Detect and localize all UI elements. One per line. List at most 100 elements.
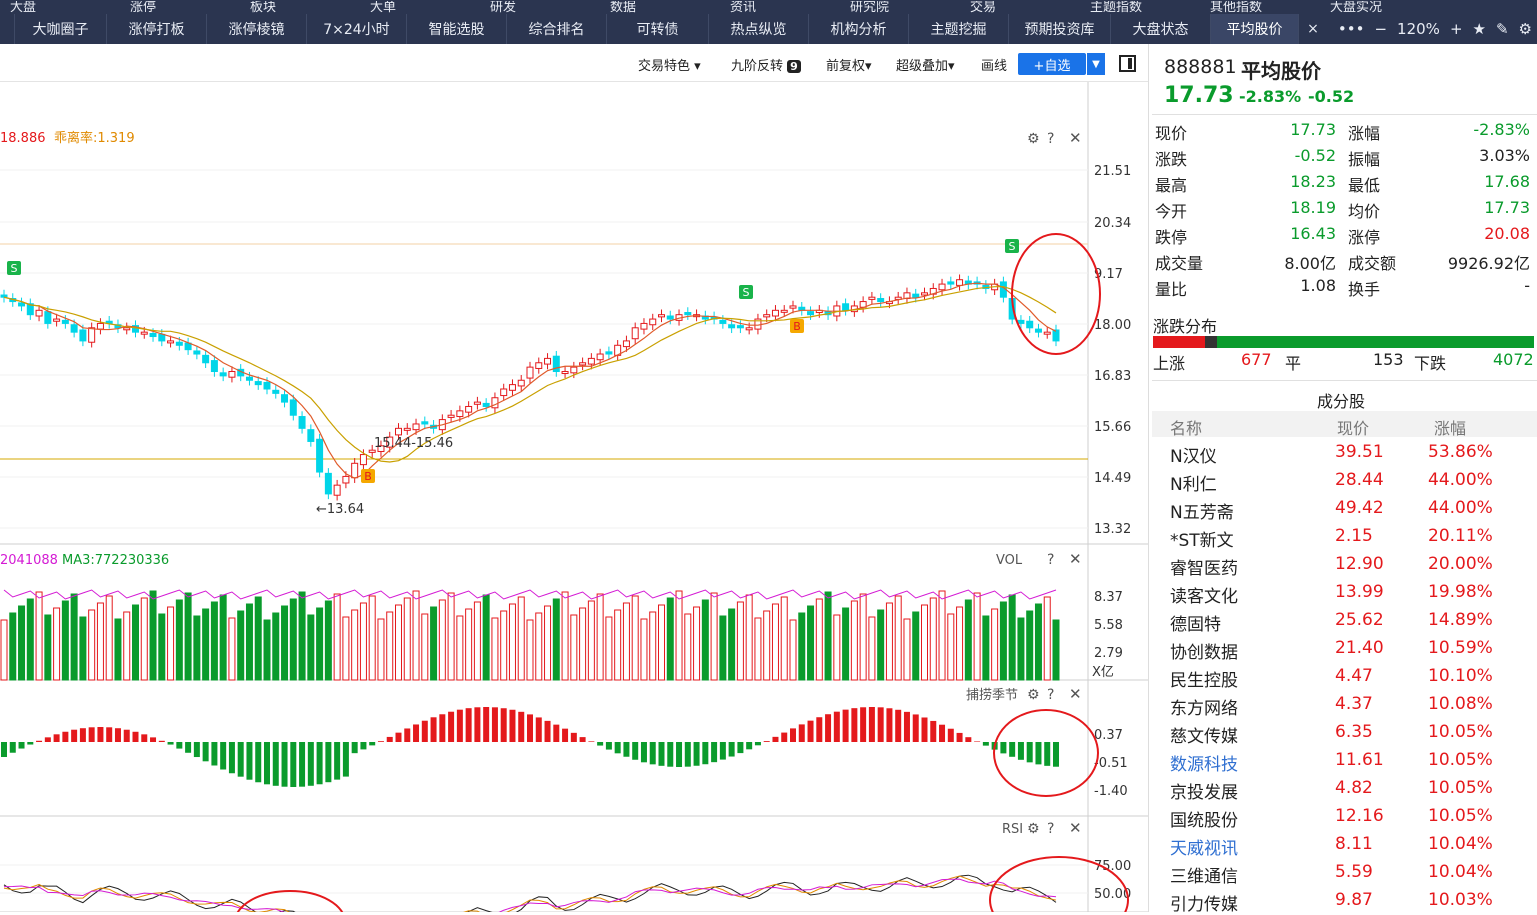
- candle-body: [245, 376, 253, 381]
- component-row[interactable]: 德固特 25.62 14.89%: [1152, 607, 1537, 635]
- vol-bar: [1008, 594, 1016, 681]
- component-row[interactable]: N汉仪 39.51 53.86%: [1152, 439, 1537, 467]
- component-row[interactable]: 睿智医药 12.90 20.00%: [1152, 551, 1537, 579]
- zoom-in-icon[interactable]: +: [1450, 20, 1463, 38]
- macd-bar: [965, 737, 972, 742]
- vol-tick: 5.58: [1094, 618, 1123, 633]
- macd-bar: [439, 714, 446, 742]
- component-row[interactable]: 国统股份 12.16 10.05%: [1152, 803, 1537, 831]
- quote-value: 18.23: [1290, 172, 1336, 191]
- overlay-dropdown[interactable]: 超级叠加▾: [896, 55, 955, 74]
- component-row[interactable]: 三维通信 5.59 10.04%: [1152, 859, 1537, 887]
- component-row[interactable]: 京投发展 4.82 10.05%: [1152, 775, 1537, 803]
- candle-body: [868, 296, 876, 300]
- vol-bar: [44, 614, 52, 681]
- candle-body: [193, 350, 201, 355]
- vol-bar: [570, 614, 578, 681]
- flat-label: 平: [1285, 354, 1302, 373]
- more-icon[interactable]: •••: [1338, 20, 1365, 38]
- vol-bar: [789, 619, 797, 681]
- component-row[interactable]: N五芳斋 49.42 44.00%: [1152, 495, 1537, 523]
- star-icon[interactable]: ★: [1473, 20, 1486, 38]
- macd-tick: -1.40: [1094, 784, 1128, 799]
- tab-6[interactable]: 可转债: [607, 14, 709, 44]
- component-row[interactable]: *ST新文 2.15 20.11%: [1152, 523, 1537, 551]
- macd-bar: [404, 728, 411, 742]
- tool-icon[interactable]: ⚙: [1519, 20, 1532, 38]
- vol-bar: [1043, 596, 1051, 681]
- macd-bar: [351, 742, 358, 754]
- vol-bar: [973, 592, 981, 681]
- top-menu-item: 研究院: [850, 1, 889, 14]
- tab-5[interactable]: 综合排名: [507, 14, 607, 44]
- trade-feature-dropdown[interactable]: 交易特色 ▾: [638, 55, 701, 74]
- tab-2[interactable]: 涨停棱镜: [207, 14, 307, 44]
- component-row[interactable]: 慈文传媒 6.35 10.05%: [1152, 719, 1537, 747]
- macd-bar: [527, 714, 533, 742]
- component-row[interactable]: 天威视讯 8.11 10.04%: [1152, 831, 1537, 859]
- col-name[interactable]: 名称: [1170, 415, 1202, 439]
- tab-11[interactable]: 大盘状态: [1111, 14, 1211, 44]
- dist-up-fill: [1153, 336, 1205, 348]
- col-price[interactable]: 现价: [1337, 415, 1369, 439]
- vol-bar: [561, 591, 569, 681]
- vol-bar: [1052, 619, 1060, 681]
- vol-bar: [412, 590, 420, 681]
- add-watchlist-dropdown[interactable]: ▼: [1087, 53, 1105, 75]
- vol-bar: [386, 611, 394, 681]
- price-tick: 20.34: [1094, 216, 1131, 231]
- tab-partial[interactable]: [0, 14, 15, 44]
- candle-body: [202, 354, 210, 364]
- tab-close-icon[interactable]: ×: [1299, 14, 1327, 44]
- adjust-dropdown[interactable]: 前复权▾: [826, 55, 872, 74]
- kline-chart[interactable]: 21.5120.349.1718.0016.8315.6614.4913.321…: [0, 82, 1148, 912]
- top-menu-item: 涨停: [130, 1, 156, 14]
- component-price: 12.16: [1335, 806, 1384, 826]
- component-row[interactable]: 协创数据 21.40 10.59%: [1152, 635, 1537, 663]
- macd-bar: [228, 742, 235, 774]
- layout-icon[interactable]: [1119, 55, 1136, 72]
- tab-8[interactable]: 机构分析: [809, 14, 909, 44]
- tab-1[interactable]: 涨停打板: [107, 14, 207, 44]
- tab-0[interactable]: 大咖圈子: [15, 14, 107, 44]
- macd-bar: [395, 732, 402, 742]
- candle-body: [307, 429, 315, 442]
- tab-3[interactable]: 7×24小时: [307, 14, 407, 44]
- vol-bar: [701, 599, 709, 681]
- component-row[interactable]: N利仁 28.44 44.00%: [1152, 467, 1537, 495]
- add-watchlist-button[interactable]: +自选: [1018, 53, 1086, 75]
- component-pct: 20.11%: [1428, 526, 1493, 546]
- candle-body: [491, 397, 499, 409]
- tab-7[interactable]: 热点纵览: [709, 14, 809, 44]
- draw-line-button[interactable]: 画线: [981, 55, 1007, 74]
- component-row[interactable]: 引力传媒 9.87 10.03%: [1152, 887, 1537, 915]
- vol-bar: [938, 590, 946, 681]
- quote-value: 17.68: [1484, 172, 1530, 191]
- tab-4[interactable]: 智能选股: [407, 14, 507, 44]
- col-pct[interactable]: 涨幅: [1434, 415, 1466, 439]
- macd-bar: [956, 732, 963, 742]
- sell-signal: S: [7, 261, 21, 275]
- vol-bar: [658, 604, 665, 681]
- components-header: 名称 现价 涨幅: [1152, 411, 1537, 439]
- macd-name: 捕捞季节: [966, 687, 1018, 703]
- bias-label: 乖离率:1.319: [54, 130, 135, 146]
- tab-10[interactable]: 预期投资库: [1009, 14, 1111, 44]
- candle-body: [44, 311, 52, 324]
- nine-reverse-button[interactable]: 九阶反转 9: [731, 55, 801, 74]
- edit-icon[interactable]: ✎: [1496, 20, 1509, 38]
- zoom-out-icon[interactable]: −: [1374, 20, 1387, 38]
- component-row[interactable]: 数源科技 11.61 10.05%: [1152, 747, 1537, 775]
- component-row[interactable]: 东方网络 4.37 10.08%: [1152, 691, 1537, 719]
- macd-bar: [255, 742, 262, 783]
- component-row[interactable]: 读客文化 13.99 19.98%: [1152, 579, 1537, 607]
- macd-bar: [316, 742, 323, 785]
- tab-9[interactable]: 主题挖掘: [909, 14, 1009, 44]
- component-row[interactable]: 民生控股 4.47 10.10%: [1152, 663, 1537, 691]
- quote-label: 最低: [1348, 176, 1381, 195]
- tab-12[interactable]: 平均股价: [1210, 14, 1299, 44]
- vol-bar: [842, 607, 850, 681]
- vol-bar: [780, 596, 788, 681]
- candle-body: [96, 322, 104, 330]
- dist-title: 涨跌分布: [1153, 317, 1218, 336]
